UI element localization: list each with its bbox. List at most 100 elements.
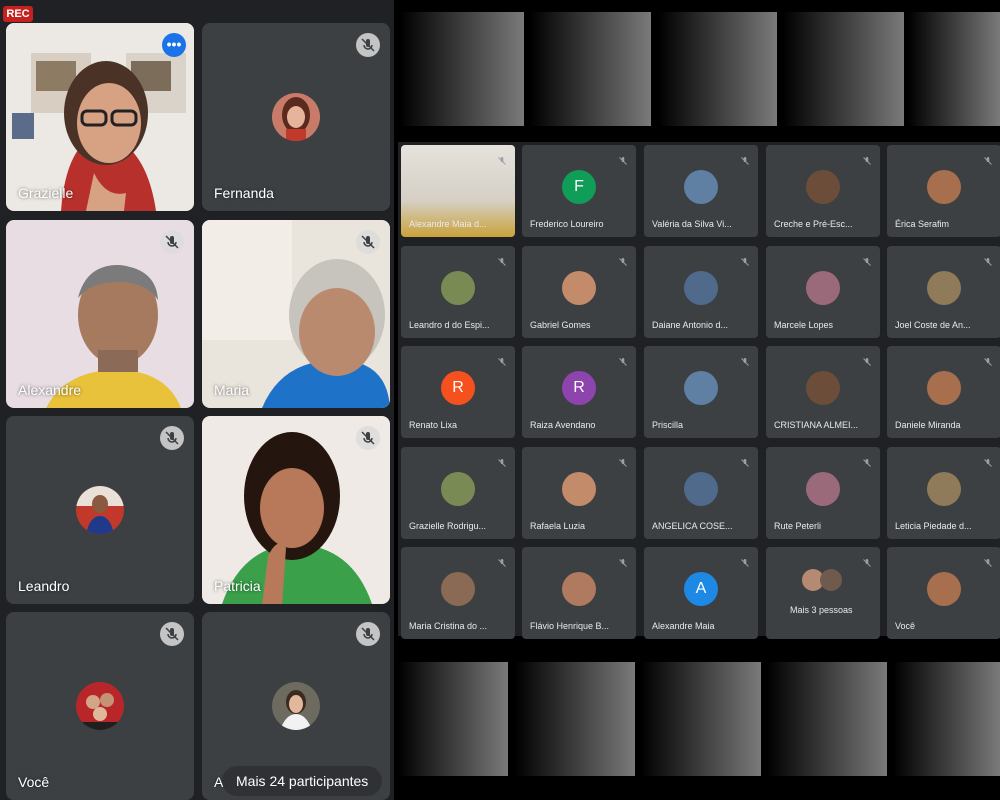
grid-participant-tile[interactable]: Gabriel Gomes xyxy=(522,246,636,338)
avatar xyxy=(806,371,840,406)
gradient-bar xyxy=(641,662,761,776)
participant-grid: Alexandre Maia d... F Frederico Loureiro Va… xyxy=(398,142,1000,639)
mic-off-icon xyxy=(740,153,750,165)
mic-off-icon xyxy=(356,622,380,646)
grid-participant-tile[interactable]: F Frederico Loureiro xyxy=(522,145,636,237)
avatar xyxy=(684,472,718,507)
participant-name: Leticia Piedade d... xyxy=(895,521,972,531)
gradient-bar xyxy=(783,12,904,126)
mic-off-icon xyxy=(862,153,872,165)
grid-participant-tile[interactable]: Alexandre Maia d... xyxy=(401,145,515,237)
participant-name: Joel Coste de An... xyxy=(895,320,971,330)
participant-tile-maria[interactable]: Maria xyxy=(202,220,390,408)
participant-name: Você xyxy=(895,621,916,631)
participant-name: Gabriel Gomes xyxy=(530,320,591,330)
participant-name: Alexandre xyxy=(18,382,82,398)
mic-off-icon xyxy=(740,455,750,467)
mic-off-icon xyxy=(983,254,993,266)
participant-tile-grazielle[interactable]: ••• Grazielle xyxy=(6,23,194,211)
avatar xyxy=(76,486,124,534)
more-participants-button[interactable]: Mais 24 participantes xyxy=(222,766,383,796)
participant-name: ANGELICA COSE... xyxy=(652,521,733,531)
grouped-avatars xyxy=(802,569,842,591)
grid-participant-tile[interactable]: ANGELICA COSE... xyxy=(644,447,758,539)
participant-name: Patricia xyxy=(214,578,261,594)
mic-off-icon xyxy=(160,426,184,450)
grid-participant-tile[interactable]: Marcele Lopes xyxy=(766,246,880,338)
participant-name: Você xyxy=(18,774,50,790)
participant-name: Daniele Miranda xyxy=(895,420,961,430)
mic-off-icon xyxy=(618,555,628,567)
participant-name: Creche e Pré-Esc... xyxy=(774,219,853,229)
recording-badge: REC xyxy=(3,6,33,22)
avatar xyxy=(927,572,961,607)
gradient-bar xyxy=(767,662,887,776)
grid-participant-tile[interactable]: Daniele Miranda xyxy=(887,346,1000,438)
avatar: A xyxy=(684,572,718,607)
grid-participant-tile[interactable]: Rute Peterli xyxy=(766,447,880,539)
participant-tile-patricia[interactable]: Patricia xyxy=(202,416,390,604)
mic-off-icon xyxy=(160,622,184,646)
mic-off-icon xyxy=(862,555,872,567)
participant-tile-leandro[interactable]: Leandro xyxy=(6,416,194,604)
grid-participant-tile[interactable]: R Renato Lixa xyxy=(401,346,515,438)
participant-name: Érica Serafim xyxy=(895,219,950,229)
participant-name: Alexandre Maia xyxy=(652,621,715,631)
grid-participant-tile[interactable]: Joel Coste de An... xyxy=(887,246,1000,338)
mic-off-icon xyxy=(862,455,872,467)
participant-name: Flávio Henrique B... xyxy=(530,621,610,631)
grid-participant-tile[interactable]: Creche e Pré-Esc... xyxy=(766,145,880,237)
avatar xyxy=(806,472,840,507)
avatar xyxy=(927,371,961,406)
mic-off-icon xyxy=(862,254,872,266)
participant-name: Frederico Loureiro xyxy=(530,219,604,229)
grid-participant-tile[interactable]: Daiane Antonio d... xyxy=(644,246,758,338)
grid-participant-tile[interactable]: CRISTIANA ALMEI... xyxy=(766,346,880,438)
avatar xyxy=(806,271,840,306)
gradient-bar xyxy=(530,12,651,126)
avatar: R xyxy=(562,371,596,406)
avatar xyxy=(562,271,596,306)
grid-participant-tile[interactable]: Valéria da Silva Vi... xyxy=(644,145,758,237)
mic-off-icon xyxy=(497,354,507,366)
participant-name: Fernanda xyxy=(214,185,274,201)
mic-off-icon xyxy=(497,254,507,266)
grid-participant-tile[interactable]: Priscilla xyxy=(644,346,758,438)
avatar xyxy=(684,271,718,306)
grid-participant-tile[interactable]: Mais 3 pessoas xyxy=(766,547,880,639)
mic-off-icon xyxy=(356,33,380,57)
grid-participant-tile[interactable]: Maria Cristina do ... xyxy=(401,547,515,639)
participant-name: Raiza Avendano xyxy=(530,420,596,430)
mic-off-icon xyxy=(497,455,507,467)
more-options-icon[interactable]: ••• xyxy=(162,33,186,57)
participant-name: Priscilla xyxy=(652,420,684,430)
mic-off-icon xyxy=(983,153,993,165)
grid-participant-tile[interactable]: Leandro d do Espi... xyxy=(401,246,515,338)
gradient-bar xyxy=(398,662,508,776)
participant-name: Grazielle xyxy=(18,185,74,201)
grid-participant-tile[interactable]: Grazielle Rodrigu... xyxy=(401,447,515,539)
mic-off-icon xyxy=(618,354,628,366)
avatar xyxy=(441,572,475,607)
participant-tile-fernanda[interactable]: Fernanda xyxy=(202,23,390,211)
grid-participant-tile[interactable]: Você xyxy=(887,547,1000,639)
mic-off-icon xyxy=(862,354,872,366)
avatar: R xyxy=(441,371,475,406)
participant-tile-voce[interactable]: Você xyxy=(6,612,194,800)
participant-tile-alexandre[interactable]: Alexandre xyxy=(6,220,194,408)
mic-off-icon xyxy=(740,254,750,266)
grid-participant-tile[interactable]: Érica Serafim xyxy=(887,145,1000,237)
grid-participant-tile[interactable]: A Alexandre Maia xyxy=(644,547,758,639)
mic-off-icon xyxy=(618,455,628,467)
grid-participant-tile[interactable]: Flávio Henrique B... xyxy=(522,547,636,639)
avatar xyxy=(684,170,718,205)
grid-participant-tile[interactable]: Rafaela Luzia xyxy=(522,447,636,539)
mic-off-icon xyxy=(740,354,750,366)
grid-participant-tile[interactable]: Leticia Piedade d... xyxy=(887,447,1000,539)
grid-participant-tile[interactable]: R Raiza Avendano xyxy=(522,346,636,438)
video-grid-left: REC ••• Grazielle Fernanda Alexandre Mar… xyxy=(0,0,394,800)
participant-name: Maria xyxy=(214,382,250,398)
mic-off-icon xyxy=(497,555,507,567)
avatar: F xyxy=(562,170,596,205)
avatar xyxy=(684,371,718,406)
